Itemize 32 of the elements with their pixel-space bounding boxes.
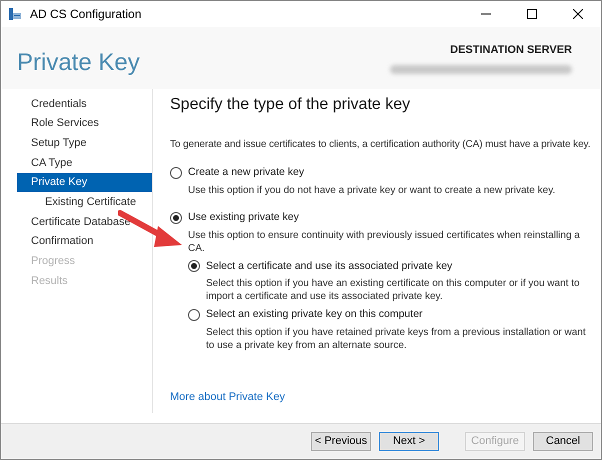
sidebar-item[interactable]: Role Services [17, 114, 152, 134]
app-icon [8, 7, 22, 21]
sidebar-item[interactable]: Private Key [17, 172, 152, 192]
wizard-button[interactable]: Cancel [533, 432, 593, 451]
window-title: AD CS Configuration [30, 6, 142, 23]
option-label[interactable]: Create a new private key [188, 165, 304, 181]
sidebar-item[interactable]: Setup Type [17, 133, 152, 154]
help-link[interactable]: More about Private Key [170, 388, 599, 405]
server-label: DESTINATION SERVER [450, 43, 572, 58]
close-icon [573, 9, 583, 19]
intro-text: To generate and issue certificates to clients, a certification authority (CA) must have a private key. [170, 138, 592, 152]
option-description: Use this option if you do not have a private key or want to create a new private key. [188, 184, 556, 197]
sidebar-item[interactable]: Certificate Database [17, 212, 152, 232]
sidebar-item[interactable]: Confirmation [17, 232, 152, 252]
sidebar-item[interactable]: Existing Certificate [17, 192, 152, 212]
option-label[interactable]: Select an existing private key on this computer [206, 307, 423, 323]
page-title: Private Key [17, 48, 140, 78]
option-description: Select this option if you have an existing certificate on this computer or if you want to import a certificate and use its associated private key. [206, 277, 581, 304]
radio-button[interactable] [188, 309, 200, 322]
sidebar-item[interactable]: Credentials [17, 94, 152, 114]
option-description: Select this option if you have retained private keys from a previous installation or want to use a private key from an alternate source. [206, 326, 587, 352]
maximize-icon [527, 9, 537, 19]
option-label[interactable]: Use existing private key [188, 210, 299, 226]
radio-button[interactable] [188, 260, 200, 272]
wizard-button[interactable]: < Previous [311, 432, 371, 451]
option-label[interactable]: Select a certificate and use its associated private key [206, 258, 452, 274]
section-heading: Specify the type of the private key [170, 95, 412, 115]
radio-button[interactable] [170, 212, 182, 224]
radio-button[interactable] [170, 166, 182, 179]
sidebar-item[interactable]: CA Type [17, 153, 152, 173]
wizard-button[interactable]: Next > [379, 432, 439, 451]
option-description: Use this option to ensure continuity with previously issued certificates when reinstalling a CA. [188, 228, 581, 254]
